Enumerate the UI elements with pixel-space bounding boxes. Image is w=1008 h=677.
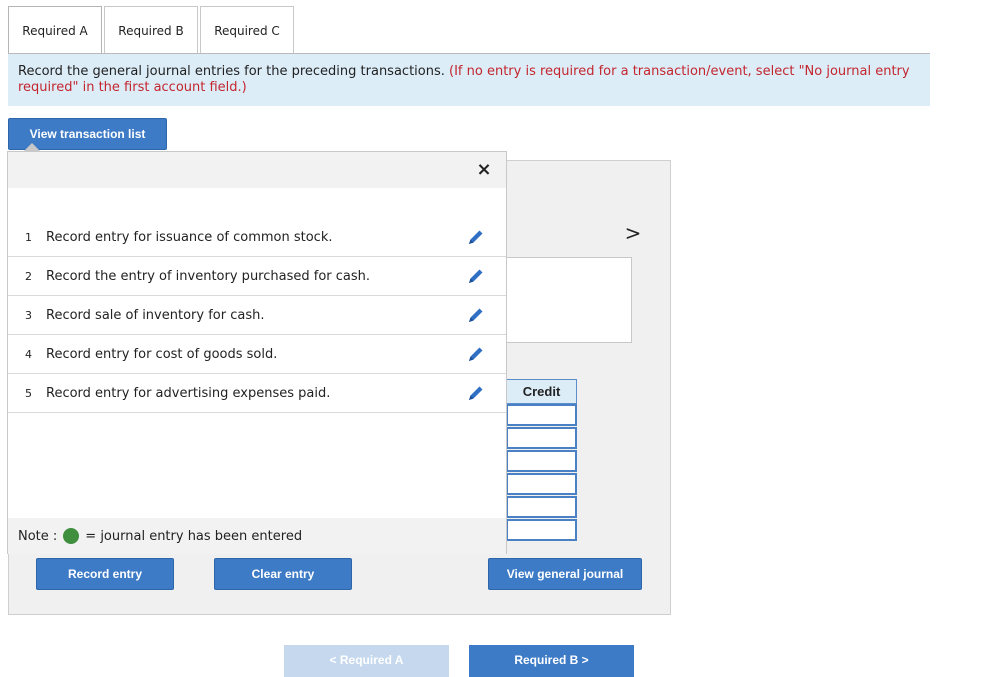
transaction-text: Record entry for issuance of common stoc…: [46, 229, 333, 245]
pencil-icon[interactable]: [446, 383, 506, 403]
view-general-journal-button[interactable]: View general journal: [488, 558, 642, 590]
transaction-number: 2: [25, 269, 32, 283]
transaction-row[interactable]: 3 Record sale of inventory for cash.: [8, 296, 506, 335]
transaction-row[interactable]: 5 Record entry for advertising expenses …: [8, 374, 506, 413]
tab-required-a[interactable]: Required A: [8, 6, 102, 54]
credit-column-header: Credit: [506, 379, 577, 404]
instruction-text: Record the general journal entries for t…: [18, 64, 445, 79]
credit-input-2[interactable]: [506, 427, 577, 449]
record-entry-button[interactable]: Record entry: [36, 558, 174, 590]
credit-input-5[interactable]: [506, 496, 577, 518]
transaction-list-popup: × 1 Record entry for issuance of common …: [7, 151, 507, 554]
transaction-number: 1: [25, 230, 32, 244]
popup-header: ×: [8, 152, 506, 188]
note-label: Note :: [18, 528, 58, 544]
instruction-banner: Record the general journal entries for t…: [8, 54, 930, 106]
chevron-right-icon[interactable]: >: [622, 221, 644, 245]
pencil-icon[interactable]: [446, 305, 506, 325]
journal-entry-box: [506, 257, 632, 343]
transaction-number: 4: [25, 347, 32, 361]
transaction-row[interactable]: 2 Record the entry of inventory purchase…: [8, 257, 506, 296]
transaction-text: Record entry for advertising expenses pa…: [46, 385, 331, 401]
pencil-icon[interactable]: [446, 266, 506, 286]
clear-entry-button[interactable]: Clear entry: [214, 558, 352, 590]
transaction-number: 5: [25, 386, 32, 400]
popup-note: Note : = journal entry has been entered: [8, 518, 506, 554]
note-text: = journal entry has been entered: [85, 528, 303, 544]
transaction-text: Record sale of inventory for cash.: [46, 307, 265, 323]
popup-caret: [24, 143, 40, 151]
transaction-text: Record entry for cost of goods sold.: [46, 346, 278, 362]
transaction-text: Record the entry of inventory purchased …: [46, 268, 371, 284]
credit-input-1[interactable]: [506, 404, 577, 426]
close-icon[interactable]: ×: [474, 158, 494, 180]
transaction-row[interactable]: 1 Record entry for issuance of common st…: [8, 218, 506, 257]
green-dot-icon: [63, 528, 80, 544]
transaction-row[interactable]: 4 Record entry for cost of goods sold.: [8, 335, 506, 374]
tab-required-b[interactable]: Required B: [104, 6, 198, 54]
pencil-icon[interactable]: [446, 227, 506, 247]
next-required-button[interactable]: Required B >: [469, 645, 634, 677]
credit-input-3[interactable]: [506, 450, 577, 472]
credit-input-4[interactable]: [506, 473, 577, 495]
tab-required-c[interactable]: Required C: [200, 6, 294, 54]
pencil-icon[interactable]: [446, 344, 506, 364]
transaction-number: 3: [25, 308, 32, 322]
prev-required-button[interactable]: < Required A: [284, 645, 449, 677]
credit-input-6[interactable]: [506, 519, 577, 541]
